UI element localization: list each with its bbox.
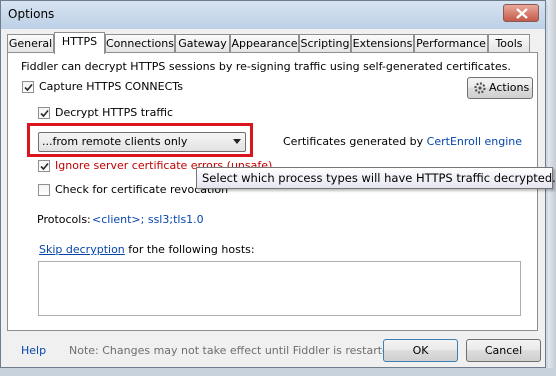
tab-https[interactable]: HTTPS bbox=[54, 32, 105, 54]
skip-decryption-text: Skip decryption for the following hosts: bbox=[39, 243, 255, 256]
tooltip: Select which process types will have HTT… bbox=[196, 167, 556, 189]
options-dialog: Options General HTTPS Connections Gatewa… bbox=[0, 0, 556, 368]
actions-button[interactable]: Actions bbox=[467, 77, 533, 99]
tab-tools[interactable]: Tools bbox=[488, 34, 530, 52]
decrypt-https-checkbox[interactable] bbox=[38, 107, 50, 119]
actions-label: Actions bbox=[489, 81, 530, 94]
ignore-cert-errors-checkbox[interactable] bbox=[38, 160, 50, 172]
tab-connections[interactable]: Connections bbox=[105, 34, 175, 52]
tab-extensions[interactable]: Extensions bbox=[351, 34, 414, 52]
checkmark-icon bbox=[40, 162, 49, 171]
capture-https-label: Capture HTTPS CONNECTs bbox=[39, 80, 183, 93]
protocols-link[interactable]: <client>; ssl3;tls1.0 bbox=[92, 213, 204, 226]
tooltip-text: Select which process types will have HTT… bbox=[202, 171, 556, 185]
close-icon bbox=[516, 8, 528, 19]
background-window-bottom bbox=[0, 368, 556, 376]
checkmark-icon bbox=[24, 83, 33, 92]
help-link[interactable]: Help bbox=[21, 344, 46, 357]
tab-scripting[interactable]: Scripting bbox=[299, 34, 351, 52]
checkmark-icon bbox=[40, 109, 49, 118]
protocols-label: Protocols: bbox=[37, 213, 91, 226]
gear-icon bbox=[474, 82, 486, 94]
ok-button[interactable]: OK bbox=[383, 339, 458, 362]
intro-text: Fiddler can decrypt HTTPS sessions by re… bbox=[21, 60, 511, 73]
tab-general[interactable]: General bbox=[7, 34, 54, 52]
tab-performance[interactable]: Performance bbox=[414, 34, 488, 52]
check-revocation-checkbox[interactable] bbox=[38, 184, 50, 196]
certificates-text: Certificates generated by CertEnroll eng… bbox=[283, 135, 523, 148]
tab-appearance[interactable]: Appearance bbox=[230, 34, 299, 52]
dropdown-arrow-icon bbox=[233, 139, 241, 144]
certenroll-link[interactable]: CertEnroll engine bbox=[427, 135, 522, 148]
skip-decryption-link[interactable]: Skip decryption bbox=[39, 243, 125, 256]
close-button[interactable] bbox=[503, 4, 539, 22]
skip-hosts-textarea[interactable] bbox=[38, 261, 521, 316]
process-filter-dropdown[interactable]: ...from remote clients only bbox=[38, 132, 246, 152]
restart-note: Note: Changes may not take effect until … bbox=[69, 344, 400, 357]
decrypt-https-label: Decrypt HTTPS traffic bbox=[55, 106, 173, 119]
window-title: Options bbox=[8, 7, 55, 21]
cancel-button[interactable]: Cancel bbox=[466, 339, 541, 362]
title-bar[interactable]: Options bbox=[1, 1, 545, 29]
process-filter-value: ...from remote clients only bbox=[42, 135, 188, 148]
tab-gateway[interactable]: Gateway bbox=[175, 34, 230, 52]
capture-https-checkbox[interactable] bbox=[22, 81, 34, 93]
